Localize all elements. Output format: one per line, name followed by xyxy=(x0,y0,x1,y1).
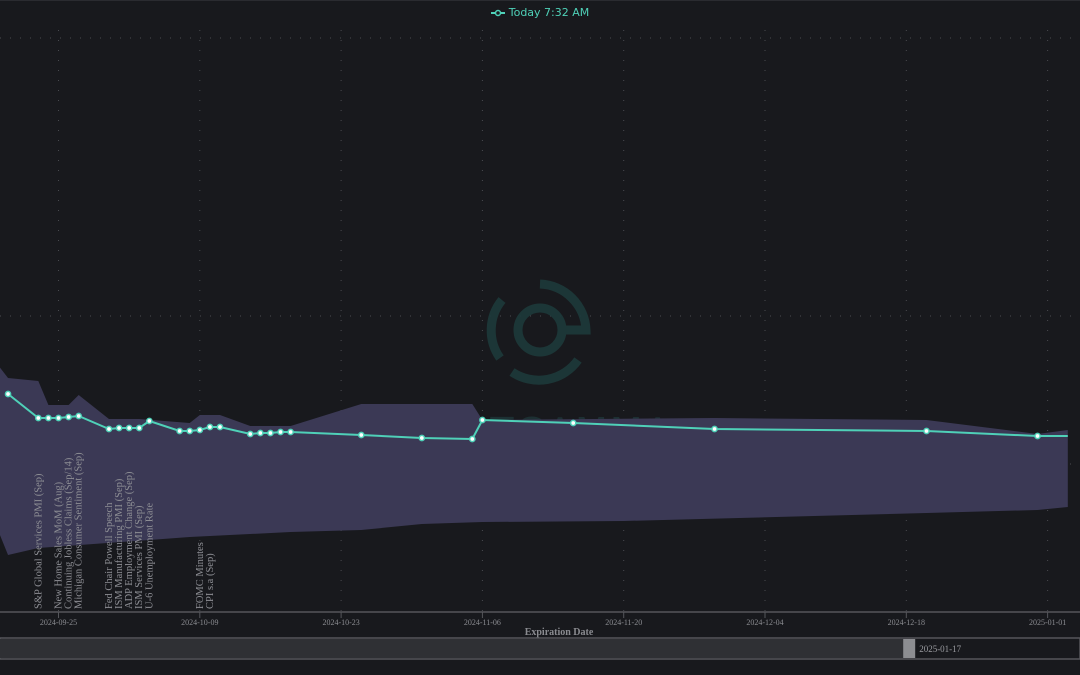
series-point xyxy=(216,423,224,431)
event-label: Michigan Consumer Sentiment (Sep) xyxy=(74,452,85,609)
event-label: S&P Global Services PMI (Sep) xyxy=(33,473,44,609)
series-point xyxy=(246,430,254,438)
series-point xyxy=(468,435,476,443)
series-point xyxy=(923,427,930,435)
series-point xyxy=(135,424,143,432)
x-tick-label: 2024-10-09 xyxy=(181,618,218,627)
series-point xyxy=(418,434,426,442)
event-label: U-6 Unemployment Rate xyxy=(144,503,155,609)
series-point xyxy=(479,416,486,424)
series-point xyxy=(569,419,577,427)
x-tick-label: 2024-12-04 xyxy=(746,618,783,627)
spotgamma-logo-icon xyxy=(486,279,591,385)
series-point xyxy=(1034,432,1041,440)
x-tick-label: 2024-10-23 xyxy=(322,618,359,627)
legend-label: Today 7:32 AM xyxy=(508,6,590,19)
series-point xyxy=(55,414,62,422)
x-tick-label: 2025-01-01 xyxy=(1029,618,1066,627)
x-tick-label: 2024-11-06 xyxy=(464,618,501,627)
range-band xyxy=(0,367,1068,555)
chart-svg: SPOTGAMMA S&P Global Services PMI (Sep)N… xyxy=(0,30,1080,660)
legend-line-marker-icon xyxy=(490,9,505,17)
series-point xyxy=(65,413,72,421)
series-point xyxy=(711,425,718,433)
x-tick-label: 2024-11-20 xyxy=(605,618,642,627)
x-tick-label: 2024-09-25 xyxy=(40,618,77,627)
navigator-selection[interactable] xyxy=(0,639,908,658)
series-point xyxy=(176,427,183,435)
series-point xyxy=(277,428,284,436)
series-point xyxy=(75,412,83,420)
series-point xyxy=(145,417,153,425)
event-label: CPI s.a (Sep) xyxy=(205,553,216,609)
series-point xyxy=(267,429,274,437)
navigator-handle[interactable] xyxy=(903,639,916,658)
series-point xyxy=(357,431,365,439)
x-axis-ticks: 2024-09-25 2024-10-09 2024-10-23 2024-11-06… xyxy=(40,612,1066,627)
series-point xyxy=(257,429,264,437)
x-tick-label: 2024-12-18 xyxy=(888,618,925,627)
series-point xyxy=(196,426,204,434)
legend[interactable]: Today 7:32 AM xyxy=(0,6,1080,19)
series-point xyxy=(125,424,133,432)
series-point xyxy=(287,428,294,436)
x-axis-title: Expiration Date xyxy=(525,627,594,638)
series-point xyxy=(206,423,214,431)
series-point xyxy=(4,390,12,398)
navigator-end-label: 2025-01-17 xyxy=(919,644,961,654)
series-point xyxy=(115,424,123,432)
series-point xyxy=(45,414,52,422)
series-point xyxy=(34,414,42,422)
navigator[interactable]: 2025-01-17 xyxy=(0,637,1080,660)
series-point xyxy=(105,425,113,433)
series-point xyxy=(186,427,194,435)
